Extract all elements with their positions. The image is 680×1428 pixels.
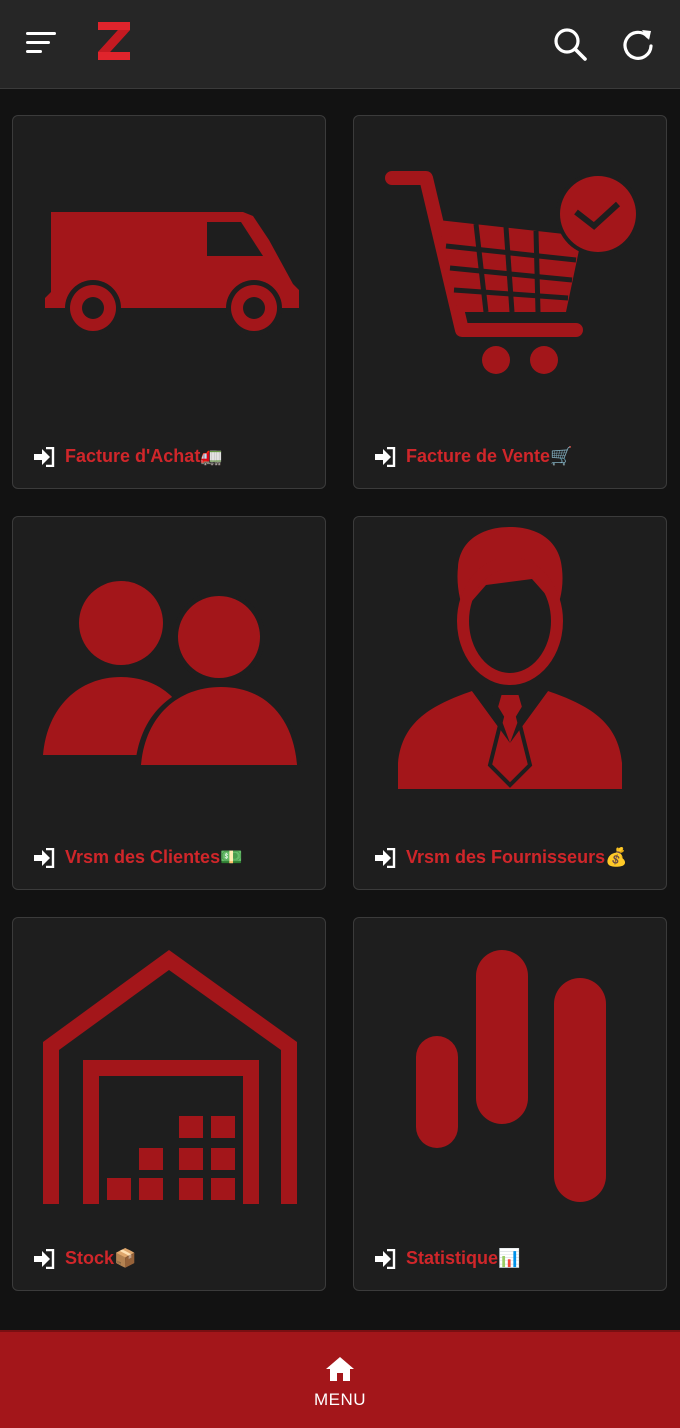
warehouse-icon [43,950,297,1204]
card-label: Vrsm des Fournisseurs💰 [374,847,628,868]
card-vrsm-fournisseurs[interactable]: Vrsm des Fournisseurs💰 [353,516,667,890]
card-label: Statistique📊 [374,1248,520,1269]
card-title: Facture de Vente🛒 [406,446,573,466]
card-stock[interactable]: Stock📦 [12,917,326,1291]
hamburger-icon[interactable] [24,28,58,58]
sign-in-icon [375,847,396,868]
card-title: Statistique📊 [406,1248,521,1268]
card-label: Stock📦 [33,1248,136,1269]
app-logo [98,22,130,60]
refresh-icon[interactable] [620,26,656,62]
card-label: Facture d'Achat🚛 [33,446,223,467]
card-title: Stock📦 [65,1248,137,1268]
home-icon [326,1357,354,1381]
shopping-cart-check-icon [385,171,640,374]
sign-in-icon [34,446,55,467]
card-facture-vente[interactable]: Facture de Vente🛒 [353,115,667,489]
card-label: Vrsm des Clientes💵 [33,847,243,868]
businessman-icon [398,527,622,789]
users-icon [43,581,301,767]
delivery-van-icon [45,212,299,336]
card-vrsm-clientes[interactable]: Vrsm des Clientes💵 [12,516,326,890]
sign-in-icon [34,847,55,868]
card-title: Vrsm des Fournisseurs💰 [406,847,628,867]
app-header [0,0,680,89]
search-icon[interactable] [552,26,588,62]
bottom-nav-menu[interactable]: MENU [0,1330,680,1428]
sign-in-icon [375,446,396,467]
menu-label: MENU [313,1390,367,1409]
card-title: Facture d'Achat🚛 [65,446,223,466]
card-statistique[interactable]: Statistique📊 [353,917,667,1291]
bar-chart-icon [416,950,606,1202]
card-title: Vrsm des Clientes💵 [65,847,243,867]
sign-in-icon [34,1248,55,1269]
sign-in-icon [375,1248,396,1269]
card-label: Facture de Vente🛒 [374,446,572,467]
card-facture-achat[interactable]: Facture d'Achat🚛 [12,115,326,489]
